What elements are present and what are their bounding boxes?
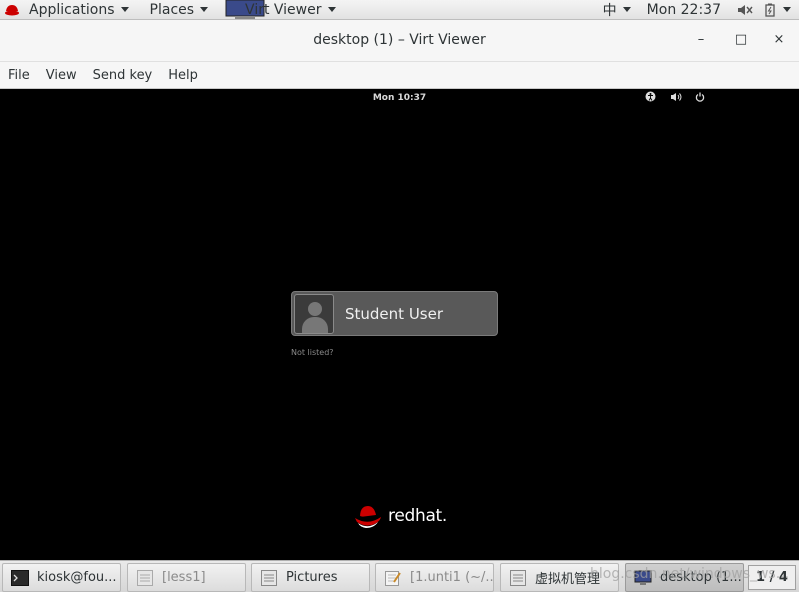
redhat-hat-icon [355,506,381,528]
clock-label: Mon 22:37 [646,1,721,18]
text-editor-icon [385,570,401,586]
task-editor[interactable]: [1.unti1 (~/... [375,563,494,592]
applications-menu[interactable]: Applications [4,0,129,20]
input-method-indicator[interactable]: 中 [603,0,631,20]
redhat-logo: redhat. [354,503,447,529]
applications-label: Applications [29,1,115,18]
terminal-icon [11,569,29,586]
folder-window-icon [261,569,277,586]
clock[interactable]: Mon 22:37 [647,0,721,20]
task-label: [less1] [162,570,206,585]
avatar [294,293,334,334]
volume-muted-icon [738,4,753,15]
task-terminal[interactable]: kiosk@fou... [2,563,121,592]
menu-bar: File View Send key Help [0,62,799,89]
chevron-down-icon [327,7,336,12]
top-panel: Applications Places Virt Viewer 中 Mon 22… [0,0,799,20]
system-status-menu[interactable] [737,0,791,20]
close-button[interactable]: × [772,32,786,47]
places-label: Places [149,1,195,18]
power-icon[interactable] [695,92,705,102]
task-label: Pictures [286,570,338,585]
battery-icon [765,3,775,17]
window-titlebar[interactable]: desktop (1) – Virt Viewer – □ × [0,20,799,62]
input-method-label: 中 [602,2,617,19]
chevron-down-icon [783,7,791,12]
chevron-down-icon [200,7,209,12]
chevron-down-icon [622,7,631,12]
redhat-wordmark: redhat. [388,506,448,526]
task-pictures[interactable]: Pictures [251,563,370,592]
task-label: kiosk@fou... [37,570,117,585]
redhat-menu-icon [5,4,19,15]
places-menu[interactable]: Places [150,0,209,20]
window-icon [137,569,153,586]
watermark: blog.csdn.net/windows_ws... [590,566,790,582]
user-name: Student User [345,304,444,323]
task-label: [1.unti1 (~/... [410,570,494,585]
not-listed-link[interactable]: Not listed? [291,348,334,357]
window-icon [510,569,526,586]
task-less1[interactable]: [less1] [127,563,246,592]
menu-send-key[interactable]: Send key [93,68,153,83]
menu-help[interactable]: Help [168,68,198,83]
user-list-item[interactable]: Student User [291,291,498,336]
active-app-menu[interactable]: Virt Viewer [225,0,336,20]
minimize-button[interactable]: – [694,32,708,47]
menu-view[interactable]: View [46,68,77,83]
guest-display[interactable]: Mon 10:37 Student User Not listed? redha… [0,89,799,560]
window-title: desktop (1) – Virt Viewer [313,32,486,48]
volume-icon[interactable] [670,92,682,102]
maximize-button[interactable]: □ [734,32,748,47]
active-app-label: Virt Viewer [245,1,322,18]
accessibility-icon[interactable] [645,91,656,102]
chevron-down-icon [120,7,129,12]
menu-file[interactable]: File [8,68,30,83]
